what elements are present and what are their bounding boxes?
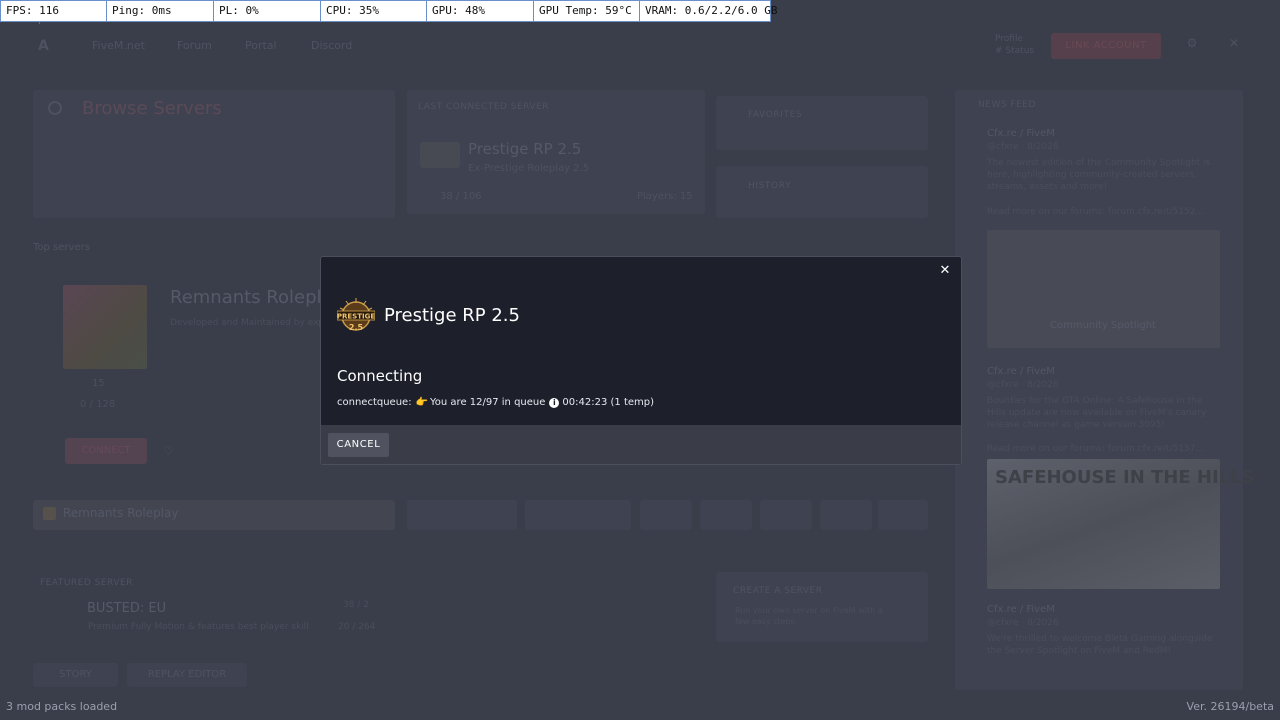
settings-icon[interactable]: ⚙ <box>1182 36 1202 56</box>
server-chip[interactable] <box>640 500 692 530</box>
last-server-stats: 38 / 106 <box>440 191 482 202</box>
browse-servers-title[interactable]: Browse Servers <box>82 98 222 119</box>
feed-post-handle: @cfxre · 8/2026 <box>987 618 1059 628</box>
queue-prefix: connectqueue: <box>337 397 412 408</box>
exit-icon[interactable]: ✕ <box>1224 36 1244 56</box>
pointing-hand-icon: 👉 <box>415 397 429 408</box>
fivem-logo: A <box>38 38 49 54</box>
performance-overlay: FPS: 116 Ping: 0ms PL: 0% CPU: 35% GPU: … <box>0 0 778 22</box>
featured-server-label: FEATURED SERVER <box>40 578 133 588</box>
feed-post-author: Cfx.re / FiveM <box>987 128 1055 139</box>
replay-editor-button[interactable]: REPLAY EDITOR <box>127 663 247 687</box>
server-logo-version: 2.5 <box>349 323 364 332</box>
server-bar-label: Remnants Roleplay <box>63 506 179 520</box>
nav-link-fivem[interactable]: FiveM.net <box>92 39 145 52</box>
queue-time: 00:42:23 (1 temp) <box>562 397 655 408</box>
server-name: Prestige RP 2.5 <box>384 305 520 326</box>
busted-server-name: BUSTED: EU <box>87 601 167 616</box>
last-server-subtitle: Ex-Prestige Roleplay 2.5 <box>468 163 590 174</box>
fps-readout: FPS: 116 <box>1 1 107 21</box>
featured-server-art <box>63 285 147 369</box>
dialog-footer: CANCEL <box>321 425 961 464</box>
feed-post-text: We're thrilled to welcome Bleta Gaming a… <box>987 634 1213 656</box>
info-icon: i <box>549 397 560 408</box>
profile-label: Profile <box>995 34 1023 44</box>
server-chip[interactable] <box>700 500 752 530</box>
favorites-panel[interactable] <box>716 96 928 150</box>
busted-server-subtitle: Premium Fully Motion & features best pla… <box>88 622 309 632</box>
browse-icon <box>48 101 62 115</box>
feed-post-image-caption: Community Spotlight <box>1050 320 1156 331</box>
packet-loss-readout: PL: 0% <box>214 1 321 21</box>
feed-post-text: Bounties for the GTA Online: A Safehouse… <box>987 396 1207 430</box>
feed-post-link[interactable]: Read more on our forums: forum.cfx.re/t/… <box>987 206 1217 218</box>
ping-readout: Ping: 0ms <box>107 1 214 21</box>
feed-post-handle: @cfxre · 8/2026 <box>987 380 1059 390</box>
last-connected-label: LAST CONNECTED SERVER <box>418 102 549 112</box>
gpu-temp-readout: GPU Temp: 59°C <box>534 1 640 21</box>
feed-post-author: Cfx.re / FiveM <box>987 366 1055 377</box>
story-button[interactable]: STORY <box>33 663 118 687</box>
feed-post-handle: @cfxre · 8/2026 <box>987 142 1059 152</box>
vram-readout: VRAM: 0.6/2.2/6.0 GB <box>645 4 778 17</box>
server-chip[interactable] <box>760 500 812 530</box>
feed-post-author: Cfx.re / FiveM <box>987 604 1055 615</box>
server-bar-icon <box>43 507 56 520</box>
feed-post-link[interactable]: Read more on our forums: forum.cfx.re/t/… <box>987 443 1217 455</box>
featured-connect-button[interactable]: CONNECT <box>65 438 147 464</box>
news-feed-title: NEWS FEED <box>978 100 1036 110</box>
last-server-name: Prestige RP 2.5 <box>468 140 582 158</box>
feed-post-text: The newest edition of the Community Spot… <box>987 158 1211 192</box>
status-label: # Status <box>995 46 1035 56</box>
create-server-label: CREATE A SERVER <box>733 586 823 596</box>
top-navigation: A FiveM.net Forum Portal Discord Profile… <box>0 30 1280 62</box>
server-chip[interactable] <box>525 500 631 530</box>
mod-packs-status: 3 mod packs loaded <box>6 700 118 713</box>
server-logo-text: PRESTIGE <box>337 313 375 321</box>
history-panel[interactable] <box>716 166 928 218</box>
close-icon[interactable]: ✕ <box>937 263 953 279</box>
queue-position: You are 12/97 in queue <box>430 397 546 408</box>
connecting-dialog: ✕ PRESTIGE 2.5 Prestige RP 2.5 Connectin… <box>320 256 962 465</box>
nav-link-discord[interactable]: Discord <box>311 39 352 52</box>
last-server-count: Players: 15 <box>637 191 693 202</box>
server-chip[interactable] <box>820 500 872 530</box>
nav-link-forum[interactable]: Forum <box>177 39 212 52</box>
profile-status[interactable]: Profile # Status <box>995 33 1034 57</box>
featured-players: 0 / 128 <box>80 399 116 410</box>
server-chip[interactable] <box>878 500 928 530</box>
queue-status: connectqueue: 👉 You are 12/97 in queue i… <box>337 397 654 408</box>
featured-likes: 15 <box>92 378 105 389</box>
cpu-readout: CPU: 35% <box>321 1 427 21</box>
link-account-button[interactable]: LINK ACCOUNT <box>1051 33 1161 59</box>
top-servers-label: Top servers <box>33 242 90 253</box>
feed-post-image-title: SAFEHOUSE IN THE HILLS <box>995 467 1255 488</box>
gpu-readout: GPU: 48% <box>427 1 534 21</box>
last-server-logo <box>420 142 460 168</box>
cancel-button[interactable]: CANCEL <box>328 433 389 457</box>
create-server-text: Run your own server on FiveM with a few … <box>735 606 883 626</box>
version-label: Ver. 26194/beta <box>1186 700 1274 713</box>
history-label: HISTORY <box>748 181 792 191</box>
nav-link-portal[interactable]: Portal <box>245 39 277 52</box>
featured-server-name: Remnants Roleplay <box>170 287 344 308</box>
connection-status-title: Connecting <box>337 367 423 385</box>
busted-server-count: 38 / 2 <box>343 600 369 610</box>
server-logo: PRESTIGE 2.5 <box>337 298 375 332</box>
server-chip[interactable] <box>407 500 517 530</box>
favorites-label: FAVORITES <box>748 110 803 120</box>
busted-server-players: 20 / 264 <box>338 622 376 632</box>
heart-icon[interactable]: ♡ <box>163 444 174 458</box>
